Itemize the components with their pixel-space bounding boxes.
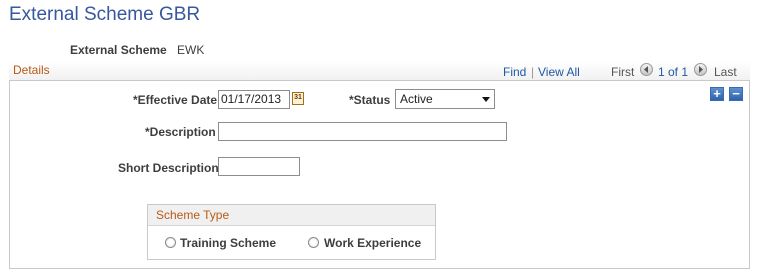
work-experience-label[interactable]: Work Experience bbox=[324, 236, 421, 250]
description-input[interactable] bbox=[218, 122, 507, 141]
nav-separator: | bbox=[531, 65, 535, 79]
calendar-icon[interactable]: 31 bbox=[292, 92, 304, 105]
effective-date-input[interactable]: 01/17/2013 bbox=[218, 90, 290, 109]
status-select[interactable]: Active bbox=[395, 89, 495, 109]
status-selected-value: Active bbox=[400, 92, 433, 106]
view-all-link[interactable]: View All bbox=[538, 65, 580, 79]
delete-row-icon[interactable]: − bbox=[729, 87, 743, 101]
first-label[interactable]: First bbox=[611, 65, 634, 79]
add-row-icon[interactable]: + bbox=[710, 87, 724, 101]
training-scheme-radio[interactable] bbox=[165, 237, 176, 248]
details-title: Details bbox=[13, 63, 50, 77]
work-experience-radio[interactable] bbox=[308, 237, 319, 248]
short-description-input[interactable] bbox=[218, 157, 300, 176]
find-link[interactable]: Find bbox=[503, 65, 526, 79]
previous-arrow-icon[interactable] bbox=[640, 63, 653, 76]
short-description-label: Short Description bbox=[118, 161, 219, 175]
page-title: External Scheme GBR bbox=[9, 4, 201, 25]
external-scheme-label: External Scheme bbox=[70, 43, 167, 57]
effective-date-label: *Effective Date bbox=[133, 93, 218, 107]
last-label[interactable]: Last bbox=[714, 65, 737, 79]
chevron-down-icon bbox=[482, 97, 490, 102]
details-header bbox=[9, 61, 750, 81]
row-count: 1 of 1 bbox=[658, 65, 689, 79]
next-arrow-icon[interactable] bbox=[694, 63, 707, 76]
scheme-type-title: Scheme Type bbox=[156, 208, 230, 222]
external-scheme-value: EWK bbox=[177, 43, 205, 57]
status-label: *Status bbox=[349, 93, 391, 107]
training-scheme-label[interactable]: Training Scheme bbox=[180, 236, 276, 250]
description-label: *Description bbox=[145, 125, 216, 139]
